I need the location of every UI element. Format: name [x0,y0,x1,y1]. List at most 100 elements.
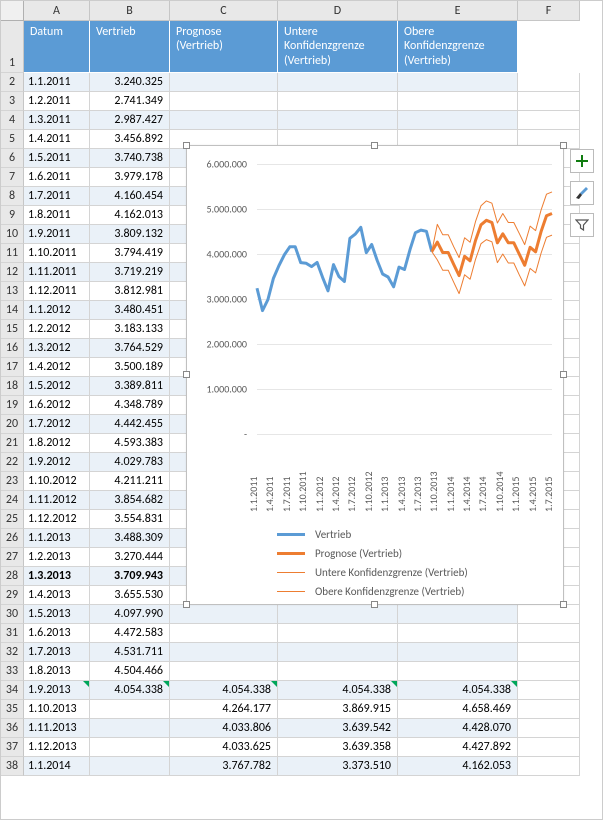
cell-A37[interactable]: 1.12.2013 [24,738,90,757]
cell-F33[interactable] [518,662,580,681]
cell-F38[interactable] [518,757,580,776]
cell-A20[interactable]: 1.7.2012 [24,415,90,434]
cell-B13[interactable]: 3.812.981 [90,282,170,301]
cell-C31[interactable] [170,624,278,643]
row-header-25[interactable]: 25 [1,510,24,529]
select-all-corner[interactable] [1,1,24,21]
cell-B16[interactable]: 3.764.529 [90,339,170,358]
cell-D3[interactable] [278,92,398,111]
cell-E30[interactable] [398,605,518,624]
row-header-15[interactable]: 15 [1,320,24,339]
cell-B38[interactable] [90,757,170,776]
cell-A14[interactable]: 1.1.2012 [24,301,90,320]
row-header-2[interactable]: 2 [1,73,24,92]
cell-C34[interactable]: 4.054.338 [170,681,278,700]
cell-B7[interactable]: 3.979.178 [90,168,170,187]
cell-A30[interactable]: 1.5.2013 [24,605,90,624]
column-header-B[interactable]: B [90,1,170,21]
row-header-23[interactable]: 23 [1,472,24,491]
row-header-8[interactable]: 8 [1,187,24,206]
cell-D32[interactable] [278,643,398,662]
cell-A38[interactable]: 1.1.2014 [24,757,90,776]
cell-C3[interactable] [170,92,278,111]
cell-B19[interactable]: 4.348.789 [90,396,170,415]
row-header-10[interactable]: 10 [1,225,24,244]
cell-B12[interactable]: 3.719.219 [90,263,170,282]
cell-B20[interactable]: 4.442.455 [90,415,170,434]
row-header-20[interactable]: 20 [1,415,24,434]
cell-A6[interactable]: 1.5.2011 [24,149,90,168]
table-header-B[interactable]: Vertrieb [90,21,170,73]
cell-E38[interactable]: 4.162.053 [398,757,518,776]
cell-A16[interactable]: 1.3.2012 [24,339,90,358]
cell-B9[interactable]: 4.162.013 [90,206,170,225]
cell-D37[interactable]: 3.639.358 [278,738,398,757]
cell-F32[interactable] [518,643,580,662]
cell-D31[interactable] [278,624,398,643]
cell-B2[interactable]: 3.240.325 [90,73,170,92]
cell-E36[interactable]: 4.428.070 [398,719,518,738]
cell-A32[interactable]: 1.7.2013 [24,643,90,662]
cell-A21[interactable]: 1.8.2012 [24,434,90,453]
row-header-26[interactable]: 26 [1,529,24,548]
cell-A9[interactable]: 1.8.2011 [24,206,90,225]
cell-B33[interactable]: 4.504.466 [90,662,170,681]
cell-F30[interactable] [518,605,580,624]
row-header-1[interactable]: 1 [1,21,24,73]
cell-B28[interactable]: 3.709.943 [90,567,170,586]
cell-A36[interactable]: 1.11.2013 [24,719,90,738]
cell-B35[interactable] [90,700,170,719]
cell-C32[interactable] [170,643,278,662]
cell-F4[interactable] [518,111,580,130]
row-header-9[interactable]: 9 [1,206,24,225]
cell-A10[interactable]: 1.9.2011 [24,225,90,244]
table-header-C[interactable]: Prognose (Vertrieb) [170,21,278,73]
chart-styles-button[interactable] [570,181,594,205]
cell-A5[interactable]: 1.4.2011 [24,130,90,149]
cell-E4[interactable] [398,111,518,130]
row-header-27[interactable]: 27 [1,548,24,567]
cell-A22[interactable]: 1.9.2012 [24,453,90,472]
cell-C38[interactable]: 3.767.782 [170,757,278,776]
cell-B14[interactable]: 3.480.451 [90,301,170,320]
cell-B18[interactable]: 3.389.811 [90,377,170,396]
cell-D35[interactable]: 3.869.915 [278,700,398,719]
row-header-11[interactable]: 11 [1,244,24,263]
row-header-35[interactable]: 35 [1,700,24,719]
resize-handle[interactable] [560,601,567,608]
cell-D2[interactable] [278,73,398,92]
cell-A18[interactable]: 1.5.2012 [24,377,90,396]
row-header-38[interactable]: 38 [1,757,24,776]
column-header-C[interactable]: C [170,1,278,21]
cell-D30[interactable] [278,605,398,624]
cell-B25[interactable]: 3.554.831 [90,510,170,529]
cell-B8[interactable]: 4.160.454 [90,187,170,206]
cell-A24[interactable]: 1.11.2012 [24,491,90,510]
row-header-19[interactable]: 19 [1,396,24,415]
cell-F1[interactable] [518,21,580,73]
cell-A34[interactable]: 1.9.2013 [24,681,90,700]
cell-D36[interactable]: 3.639.542 [278,719,398,738]
row-header-33[interactable]: 33 [1,662,24,681]
resize-handle[interactable] [183,142,190,149]
cell-F36[interactable] [518,719,580,738]
row-header-18[interactable]: 18 [1,377,24,396]
cell-E32[interactable] [398,643,518,662]
cell-C2[interactable] [170,73,278,92]
cell-E37[interactable]: 4.427.892 [398,738,518,757]
cell-A28[interactable]: 1.3.2013 [24,567,90,586]
cell-B17[interactable]: 3.500.189 [90,358,170,377]
cell-B11[interactable]: 3.794.419 [90,244,170,263]
cell-B32[interactable]: 4.531.711 [90,643,170,662]
cell-B3[interactable]: 2.741.349 [90,92,170,111]
cell-E35[interactable]: 4.658.469 [398,700,518,719]
row-header-4[interactable]: 4 [1,111,24,130]
cell-A35[interactable]: 1.10.2013 [24,700,90,719]
cell-B22[interactable]: 4.029.783 [90,453,170,472]
cell-A15[interactable]: 1.2.2012 [24,320,90,339]
resize-handle[interactable] [371,142,378,149]
cell-B29[interactable]: 3.655.530 [90,586,170,605]
cell-B26[interactable]: 3.488.309 [90,529,170,548]
cell-C4[interactable] [170,111,278,130]
row-header-34[interactable]: 34 [1,681,24,700]
